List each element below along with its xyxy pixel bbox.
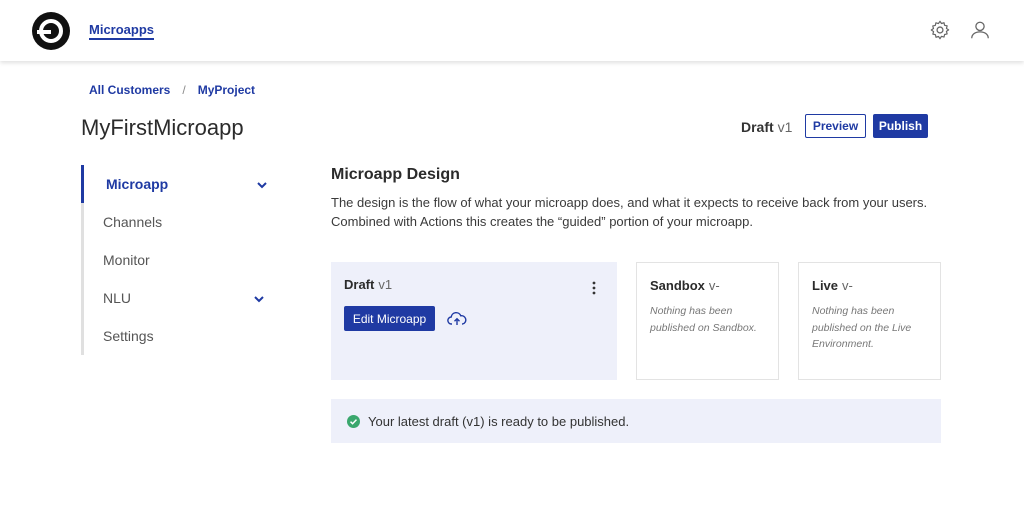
breadcrumb: All Customers / MyProject (89, 83, 255, 97)
live-card: Live v- Nothing has been published on the… (798, 262, 941, 380)
sandbox-card-version: v- (708, 278, 720, 293)
live-card-version: v- (842, 278, 853, 293)
sandbox-card-label: Sandbox (650, 278, 705, 293)
live-card-label: Live (812, 278, 839, 293)
sidebar-item-label: Monitor (103, 252, 150, 268)
live-card-note: Nothing has been published on the Live E… (812, 305, 912, 350)
sidebar-item-microapp[interactable]: Microapp (81, 165, 274, 203)
page-title: MyFirstMicroapp (81, 115, 244, 140)
draft-card-title: Draft v1 (344, 277, 392, 292)
user-icon[interactable] (969, 19, 991, 41)
sidebar-item-settings[interactable]: Settings (81, 317, 274, 355)
preview-button[interactable]: Preview (805, 114, 866, 138)
draft-card-version: v1 (378, 277, 393, 292)
logo-icon[interactable] (31, 11, 71, 51)
sidebar-item-label: Microapp (106, 176, 169, 192)
sandbox-card-note: Nothing has been published on Sandbox. (650, 305, 757, 334)
chevron-down-icon[interactable] (253, 293, 265, 305)
check-circle-icon (347, 414, 360, 428)
sidebar-item-monitor[interactable]: Monitor (81, 241, 274, 279)
draft-card-label: Draft (344, 277, 375, 292)
breadcrumb-myproject[interactable]: MyProject (198, 83, 255, 97)
sidebar-nav: Microapp Channels Monitor NLU Settings (81, 165, 274, 355)
top-bar: Microapps (0, 0, 1024, 61)
sidebar-item-label: Settings (103, 328, 154, 344)
microapps-nav-link[interactable]: Microapps (89, 22, 155, 40)
sidebar-item-label: Channels (103, 214, 163, 230)
gear-icon[interactable] (929, 19, 951, 41)
breadcrumb-separator: / (182, 83, 186, 97)
section-title: Microapp Design (331, 166, 460, 183)
version-status: Draft v1 (741, 119, 792, 135)
breadcrumb-all-customers[interactable]: All Customers (89, 83, 170, 97)
publish-button[interactable]: Publish (873, 114, 928, 138)
version-status-label: Draft (741, 119, 774, 135)
more-options-icon[interactable] (589, 280, 599, 296)
edit-microapp-button[interactable]: Edit Microapp (344, 306, 435, 331)
cloud-upload-icon[interactable] (447, 311, 467, 327)
status-banner-text: Your latest draft (v1) is ready to be pu… (368, 413, 630, 429)
sidebar-item-channels[interactable]: Channels (81, 203, 274, 241)
sidebar-item-label: NLU (103, 290, 132, 306)
version-number: v1 (777, 119, 793, 135)
status-banner: Your latest draft (v1) is ready to be pu… (331, 399, 941, 443)
section-description: The design is the flow of what your micr… (331, 195, 928, 229)
sandbox-card-title: Sandbox v- (650, 278, 720, 293)
sidebar-item-nlu[interactable]: NLU (81, 279, 274, 317)
live-card-title: Live v- (812, 278, 853, 293)
sandbox-card: Sandbox v- Nothing has been published on … (636, 262, 779, 380)
chevron-down-icon[interactable] (256, 179, 268, 191)
draft-card: Draft v1 Edit Microapp (331, 262, 617, 380)
